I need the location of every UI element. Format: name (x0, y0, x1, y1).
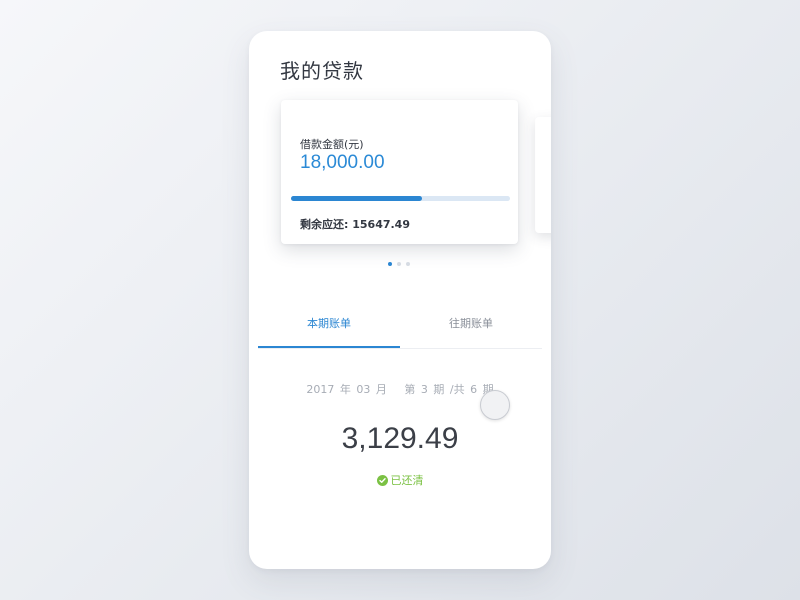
active-tab-indicator (258, 346, 400, 348)
repayment-progress-bar (291, 196, 510, 201)
status-label: 已还清 (390, 474, 424, 487)
check-circle-icon (376, 475, 388, 486)
remaining-due: 剩余应还: 15647.49 (300, 218, 410, 231)
loan-carousel[interactable]: 借款金额(元) 18,000.00 剩余应还: 15647.49 (249, 31, 551, 271)
bill-period-date: 2017 年 03 月 (306, 383, 387, 396)
bill-period-term: 第 3 期 /共 6 期 (404, 383, 494, 396)
pagination-dot[interactable] (406, 262, 410, 266)
pagination-dot[interactable] (388, 262, 392, 266)
carousel-pagination (388, 262, 410, 266)
next-loan-card[interactable] (535, 117, 551, 233)
bill-amount: 3,129.49 (341, 422, 459, 455)
loan-card[interactable]: 借款金额(元) 18,000.00 剩余应还: 15647.49 (281, 100, 518, 244)
touch-cursor-indicator (480, 390, 510, 420)
repayment-progress-fill (291, 196, 423, 201)
bill-tabs: 本期账单 往期账单 (258, 308, 542, 349)
phone-screen: 我的贷款 借款金额(元) 18,000.00 剩余应还: 15647.49 本期… (249, 31, 551, 569)
pagination-dot[interactable] (397, 262, 401, 266)
tab-current-bill[interactable]: 本期账单 (258, 308, 400, 348)
status-badge: 已还清 (249, 472, 551, 488)
loan-amount-label: 借款金额(元) (300, 138, 364, 151)
tab-past-bills[interactable]: 往期账单 (400, 308, 542, 348)
loan-amount-value: 18,000.00 (300, 152, 385, 173)
